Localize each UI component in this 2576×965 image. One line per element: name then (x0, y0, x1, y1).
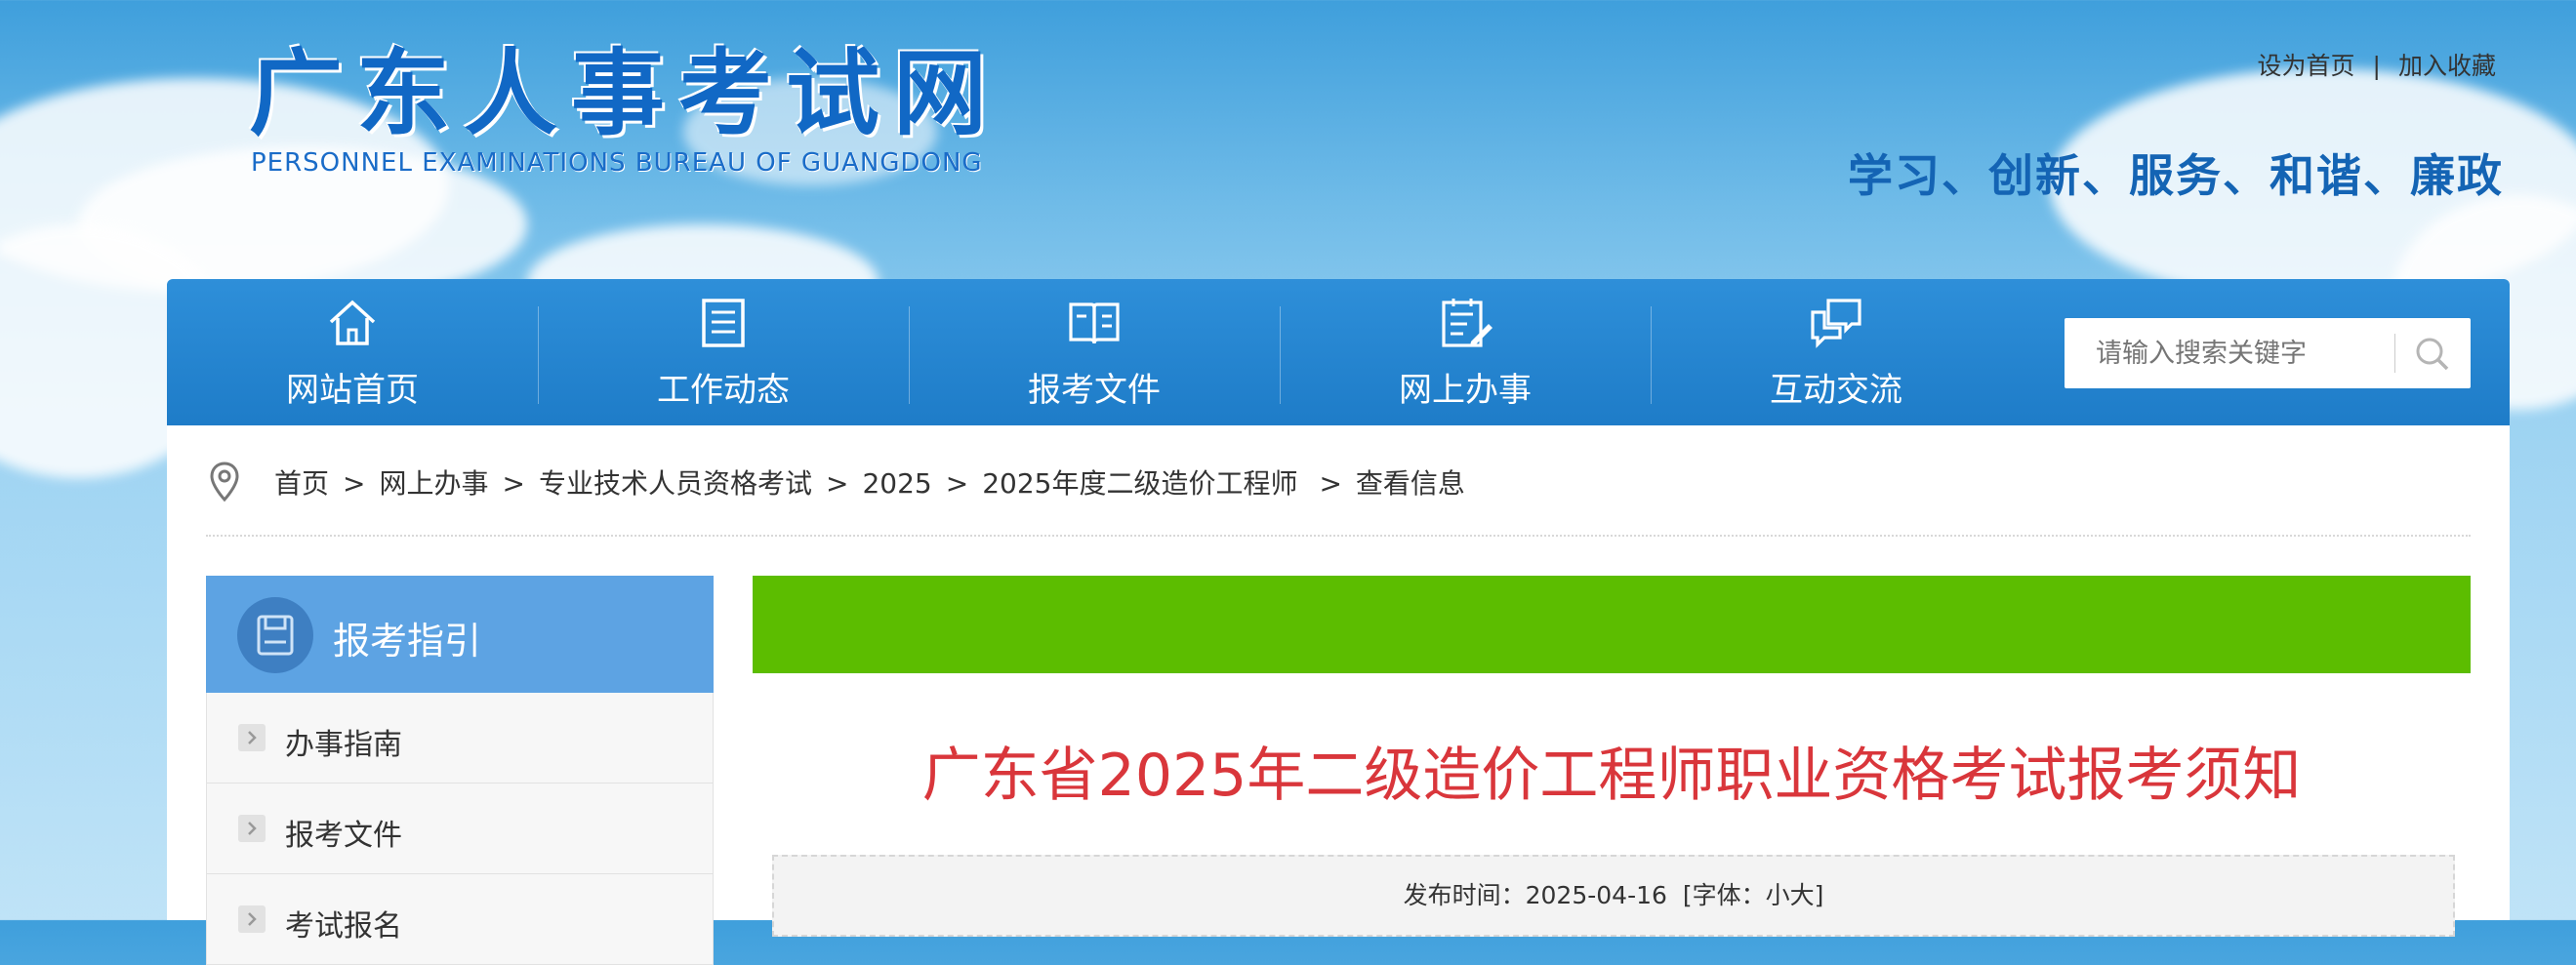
font-large-button[interactable]: 大 (1790, 881, 1815, 909)
article-meta: 发布时间：2025-04-16 [字体：小大] (772, 855, 2455, 937)
font-size-label-open: [字体： (1682, 881, 1766, 909)
sidebar-header: 报考指引 (206, 576, 714, 693)
breadcrumb-divider (206, 535, 2471, 537)
book-icon (1069, 302, 1120, 344)
green-banner (753, 576, 2471, 673)
nav-item-online-services[interactable]: 网上办事 (1280, 279, 1651, 425)
breadcrumb-year[interactable]: 2025 (862, 467, 931, 500)
clipboard-edit-icon (1442, 299, 1492, 347)
chevron-right-icon (238, 724, 266, 751)
article-title: 广东省2025年二级造价工程师职业资格考试报考须知 (921, 742, 2302, 810)
breadcrumb-home[interactable]: 首页 (274, 467, 329, 500)
add-favorite-link[interactable]: 加入收藏 (2398, 52, 2496, 80)
home-icon (329, 300, 376, 345)
breadcrumb-online-services[interactable]: 网上办事 (379, 467, 488, 500)
disk-icon (257, 615, 294, 656)
breadcrumb-separator: > (825, 467, 849, 500)
nav-item-label: 工作动态 (657, 371, 790, 410)
breadcrumb-separator: > (945, 467, 969, 500)
news-icon (702, 299, 745, 347)
font-size-label-close: ] (1814, 881, 1824, 909)
top-links: 设为首页 | 加入收藏 (2258, 47, 2496, 82)
sidebar-item-label: 报考文件 (285, 819, 402, 853)
nav-item-work-news[interactable]: 工作动态 (538, 279, 909, 425)
font-small-button[interactable]: 小 (1766, 881, 1790, 909)
sidebar-title: 报考指引 (333, 620, 482, 663)
nav-item-label: 网站首页 (286, 371, 419, 410)
search-box (2065, 318, 2471, 388)
site-header: 广东人事考试网 PERSONNEL EXAMINATIONS BUREAU OF… (0, 0, 2576, 283)
breadcrumb-view-info: 查看信息 (1355, 467, 1465, 500)
chevron-right-icon (238, 905, 266, 933)
breadcrumb-items: 首页 > 网上办事 > 专业技术人员资格考试 >2025 >2025年度二级造价工程师 > 查看… (274, 462, 1465, 502)
site-slogan: 学习、创新、服务、和谐、廉政 (1848, 149, 2504, 202)
location-pin-icon (210, 462, 239, 503)
main-nav: 网站首页 工作动态 报考文件 网上办事 互动交流 (167, 279, 2510, 425)
breadcrumb-separator: > (502, 467, 525, 500)
publish-label: 发布时间： (1403, 881, 1526, 909)
search-icon[interactable] (2408, 330, 2457, 377)
search-input[interactable] (2065, 318, 2418, 388)
breadcrumb-separator: > (1319, 467, 1342, 500)
sidebar-item-label: 办事指南 (285, 728, 402, 762)
nav-item-label: 网上办事 (1399, 371, 1532, 410)
nav-item-label: 报考文件 (1028, 371, 1161, 410)
sidebar-header-icon-circle (237, 597, 313, 673)
content-panel: 首页 > 网上办事 > 专业技术人员资格考试 >2025 >2025年度二级造价工程师 > 查看… (167, 425, 2510, 965)
nav-item-label: 互动交流 (1770, 371, 1902, 410)
publish-date: 2025-04-16 (1525, 881, 1667, 909)
nav-item-exam-documents[interactable]: 报考文件 (909, 279, 1280, 425)
nav-item-interaction[interactable]: 互动交流 (1651, 279, 2022, 425)
chevron-right-icon (238, 815, 266, 842)
sidebar-item-documents[interactable]: 报考文件 (206, 784, 714, 874)
breadcrumb-professional-exam[interactable]: 专业技术人员资格考试 (539, 467, 812, 500)
set-homepage-link[interactable]: 设为首页 (2258, 52, 2355, 80)
breadcrumb-cost-engineer[interactable]: 2025年度二级造价工程师 (982, 467, 1297, 500)
breadcrumb-separator: > (343, 467, 366, 500)
site-logo-subtitle: PERSONNEL EXAMINATIONS BUREAU OF GUANGDO… (251, 148, 983, 178)
sidebar-item-guide[interactable]: 办事指南 (206, 693, 714, 784)
article-meta-text: 发布时间：2025-04-16 [字体：小大] (774, 876, 2453, 911)
site-logo-title[interactable]: 广东人事考试网 (249, 18, 1001, 153)
sidebar-item-label: 考试报名 (285, 909, 402, 944)
search-divider (2394, 334, 2395, 373)
nav-item-home[interactable]: 网站首页 (167, 279, 538, 425)
top-links-separator: | (2372, 52, 2381, 80)
chat-bubbles-icon (1811, 299, 1861, 348)
